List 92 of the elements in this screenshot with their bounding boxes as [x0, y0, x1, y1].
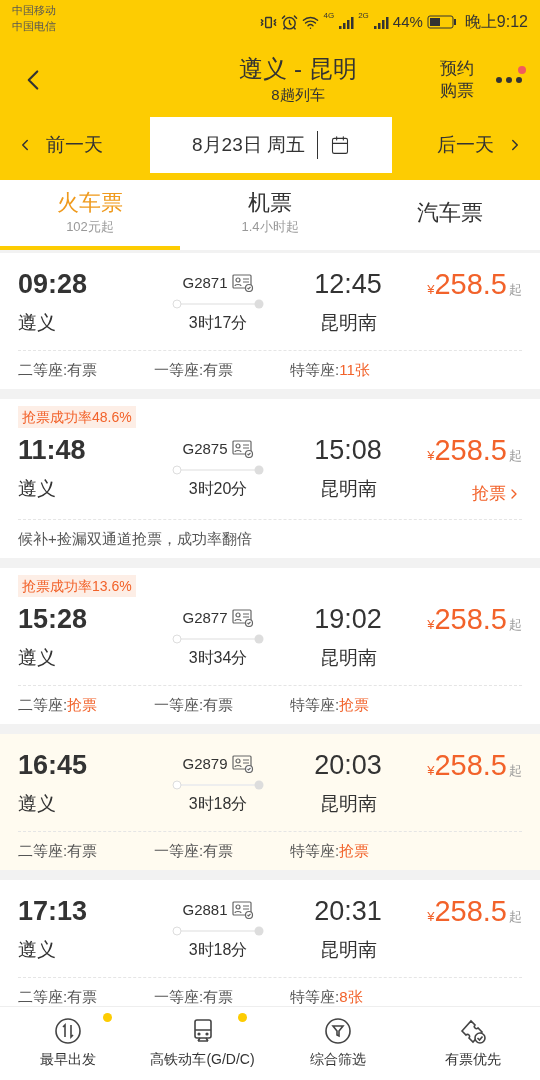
arrival-station: 昆明南	[319, 311, 377, 335]
price: ¥258.5 起	[427, 267, 522, 302]
price: ¥258.5 起	[427, 894, 522, 929]
departure-station: 遵义	[18, 311, 57, 335]
seat-availability: 一等座:有票	[154, 359, 235, 380]
signal-icon	[372, 15, 389, 29]
battery-icon	[426, 15, 457, 29]
arrival-time: 15:08	[314, 434, 382, 467]
price: ¥258.5 起	[427, 748, 522, 783]
next-day-button[interactable]: 后一天	[392, 130, 524, 160]
carrier-name: 中国移动	[12, 3, 56, 18]
seat-availability: 特等座:抢票	[290, 840, 370, 861]
duration: 3时20分	[188, 479, 248, 499]
departure-time: 09:28	[18, 268, 89, 301]
duration: 3时18分	[188, 794, 248, 814]
id-card-icon	[231, 755, 254, 773]
arrival-station: 昆明南	[319, 646, 377, 670]
train-number: G2879	[182, 753, 228, 774]
departure-station: 遵义	[18, 792, 57, 816]
route-title: 遵义 - 昆明	[239, 53, 357, 84]
battery-percent: 44%	[392, 11, 423, 32]
ticket-icon	[458, 1017, 487, 1045]
filter-tab[interactable]: 高铁动车(G/D/C)	[135, 1007, 270, 1080]
duration: 3时34分	[188, 648, 248, 668]
more-icon	[496, 77, 522, 83]
seat-availability: 二等座:抢票	[18, 694, 99, 715]
arrival-time: 12:45	[314, 268, 382, 301]
filter-tab[interactable]: 综合筛选	[270, 1007, 405, 1080]
arrival-time: 20:31	[314, 895, 382, 928]
filter-tab[interactable]: 最早出发	[0, 1007, 135, 1080]
route-line-icon	[172, 465, 264, 475]
transport-tab[interactable]: 机票 1.4小时起	[180, 180, 360, 250]
alarm-icon	[281, 13, 299, 31]
route-line-icon	[172, 926, 264, 936]
departure-station: 遵义	[18, 938, 57, 962]
departure-time: 11:48	[18, 434, 87, 467]
arrival-time: 19:02	[314, 603, 382, 636]
seat-availability: 一等座:有票	[154, 694, 235, 715]
network-label: 2G	[358, 10, 369, 22]
departure-time: 17:13	[18, 895, 89, 928]
train-number: G2871	[182, 272, 228, 293]
seat-availability: 二等座:有票	[18, 986, 99, 1006]
success-rate-badge: 抢票成功率48.6%	[18, 406, 136, 428]
seat-availability: 二等座:有票	[18, 359, 99, 380]
arrival-station: 昆明南	[319, 477, 377, 501]
reserve-button[interactable]: 预约 购票	[440, 58, 474, 102]
grab-ticket-note: 候补+捡漏双通道抢票，成功率翻倍	[18, 528, 252, 549]
train-card[interactable]: 16:45 遵义 G2879 3时18分 20:03 昆明南 ¥258.5 起 二等座:有票 一等座:有票 特等座:抢票	[0, 734, 540, 870]
id-card-icon	[231, 274, 254, 292]
train-card[interactable]: 17:13 遵义 G2881 3时18分 20:31 昆明南 ¥258.5 起 二等座:有票 一等座:有票 特等座:8张	[0, 880, 540, 1006]
success-rate-badge: 抢票成功率13.6%	[18, 575, 136, 597]
carrier-name: 中国电信	[12, 19, 56, 34]
train-number: G2875	[182, 438, 228, 459]
departure-time: 16:45	[18, 749, 89, 782]
filter-icon	[323, 1017, 352, 1045]
id-card-icon	[231, 609, 254, 627]
duration: 3时18分	[188, 940, 248, 960]
price: ¥258.5 起	[427, 602, 522, 637]
train-card[interactable]: 09:28 遵义 G2871 3时17分 12:45 昆明南 ¥258.5 起 二等座:有票 一等座:有票 特等座:11张	[0, 253, 540, 389]
route-line-icon	[172, 299, 264, 309]
price: ¥258.5 起	[427, 433, 522, 468]
id-card-icon	[231, 440, 254, 458]
signal-icon	[338, 15, 355, 29]
calendar-icon	[330, 135, 350, 155]
seat-availability: 一等座:有票	[154, 986, 235, 1006]
seat-availability: 特等座:11张	[290, 359, 370, 380]
train-count: 8趟列车	[271, 84, 325, 105]
seat-availability: 一等座:有票	[154, 840, 235, 861]
duration: 3时17分	[188, 313, 248, 333]
seat-availability: 特等座:抢票	[290, 694, 370, 715]
arrival-time: 20:03	[314, 749, 382, 782]
network-label: 4G	[323, 10, 335, 22]
date-picker[interactable]: 8月23日 周五	[150, 117, 392, 173]
seat-availability: 二等座:有票	[18, 840, 99, 861]
id-card-icon	[231, 901, 254, 919]
seat-availability: 特等座:8张	[290, 986, 363, 1006]
train-number: G2877	[182, 607, 228, 628]
previous-day-button[interactable]: 前一天	[16, 130, 150, 160]
route-line-icon	[172, 634, 264, 644]
arrival-station: 昆明南	[319, 792, 377, 816]
train-card[interactable]: 抢票成功率48.6% 11:48 遵义 G2875 3时20分 15:08 昆明南 ¥258.5 起 抢票 候补+捡漏双通道抢票，成功率翻倍	[0, 399, 540, 558]
route-line-icon	[172, 780, 264, 790]
transport-tab[interactable]: 汽车票	[360, 180, 540, 250]
departure-station: 遵义	[18, 477, 57, 501]
train-number: G2881	[182, 899, 228, 920]
train-card[interactable]: 抢票成功率13.6% 15:28 遵义 G2877 3时34分 19:02 昆明南 ¥258.5 起 二等座:抢票 一等座:有票 特等座:抢票	[0, 568, 540, 724]
sort-icon	[53, 1017, 82, 1045]
arrival-station: 昆明南	[319, 938, 377, 962]
departure-station: 遵义	[18, 646, 57, 670]
filter-tab[interactable]: 有票优先	[405, 1007, 540, 1080]
clock: 晚上9:12	[464, 12, 528, 32]
departure-time: 15:28	[18, 603, 89, 636]
